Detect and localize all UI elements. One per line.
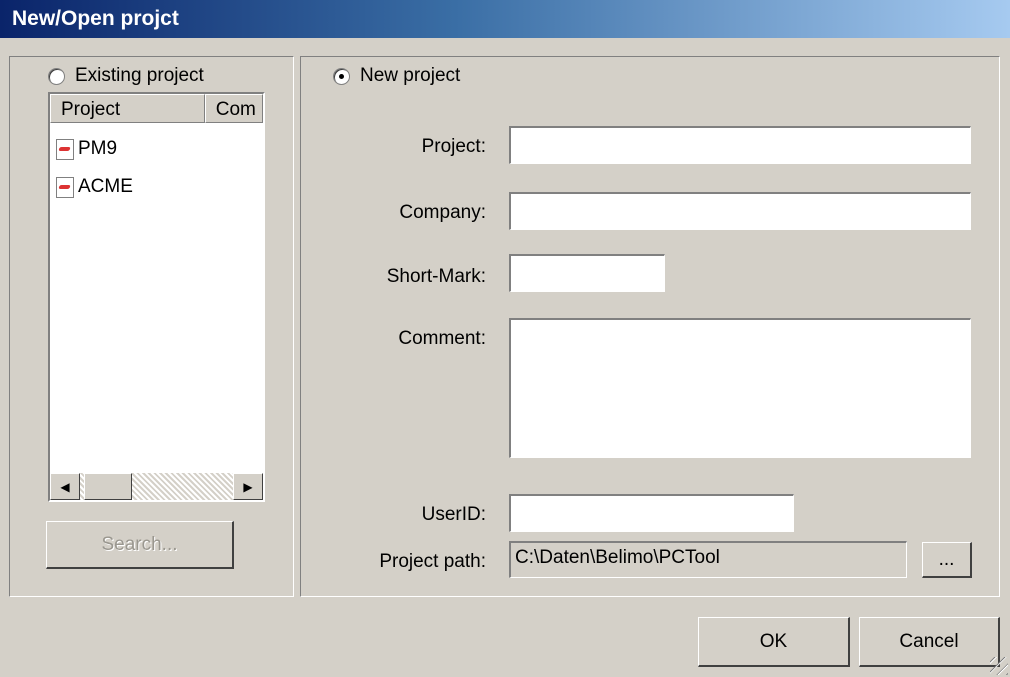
comment-textarea[interactable] [509,318,971,458]
list-item[interactable]: ACME [56,176,133,198]
list-item[interactable]: PM9 [56,138,117,160]
existing-project-label: Existing project [75,65,204,86]
comment-field-label: Comment: [398,328,486,349]
horizontal-scrollbar[interactable]: ◀ ▶ [50,473,263,500]
project-path-field: C:\Daten\Belimo\PCTool [509,541,907,578]
userid-input[interactable] [509,494,794,532]
project-name-input[interactable] [509,126,971,164]
existing-project-radio[interactable]: Existing project [48,65,204,87]
column-header-company[interactable]: Com [204,94,263,123]
resize-grip-icon[interactable] [990,657,1008,675]
scroll-left-icon[interactable]: ◀ [50,473,80,500]
company-field-label: Company: [399,202,486,223]
radio-button-icon[interactable] [333,67,350,85]
title-bar[interactable]: New/Open projct [0,0,1010,38]
company-input[interactable] [509,192,971,230]
project-file-icon [56,176,74,198]
column-header-project[interactable]: Project [50,94,205,123]
new-project-radio[interactable]: New project [333,65,460,87]
ok-button[interactable]: OK [698,617,850,667]
search-button[interactable]: Search... [46,521,234,569]
project-file-icon [56,138,74,160]
project-list[interactable]: Project Com PM9 ACME ◀ ▶ [48,92,265,502]
project-field-label: Project: [421,136,486,157]
short-mark-input[interactable] [509,254,665,292]
list-header: Project Com [50,94,263,123]
radio-button-icon[interactable] [48,67,65,85]
new-project-label: New project [360,65,461,86]
cancel-button[interactable]: Cancel [859,617,1000,667]
scroll-right-icon[interactable]: ▶ [233,473,263,500]
list-item-label: ACME [78,176,133,197]
browse-path-button[interactable]: ... [922,542,972,578]
short-mark-field-label: Short-Mark: [386,266,486,287]
scroll-thumb[interactable] [84,473,132,500]
list-item-label: PM9 [78,138,118,159]
userid-field-label: UserID: [421,504,486,525]
project-path-label: Project path: [379,551,486,572]
window-title: New/Open projct [12,7,179,30]
